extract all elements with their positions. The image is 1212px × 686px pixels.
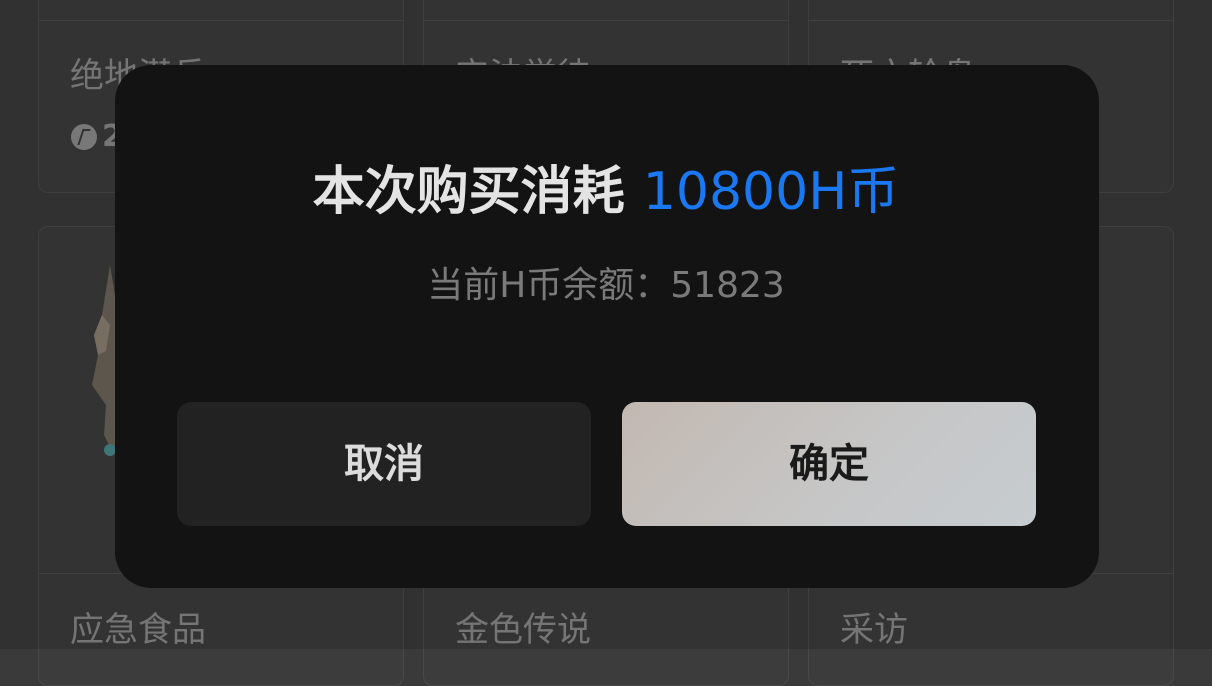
balance-text: 当前H币余额：51823 [427,265,785,306]
purchase-price: 10800H币 [642,162,900,222]
dialog-title-prefix: 本次购买消耗 [312,162,643,222]
dialog-title: 本次购买消耗 10800H币 [0,160,1212,224]
confirm-button[interactable]: 确定 [622,402,1036,526]
cancel-button[interactable]: 取消 [177,402,591,526]
